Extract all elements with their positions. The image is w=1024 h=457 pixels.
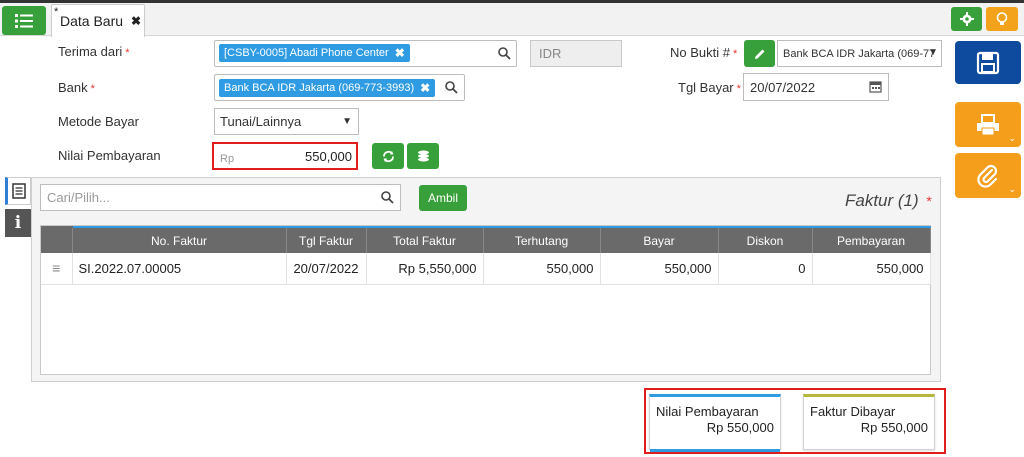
database-stack-icon: [417, 150, 429, 162]
summary-nilai-pembayaran-value: Rp 550,000: [706, 420, 774, 435]
metode-bayar-label: Metode Bayar: [58, 114, 139, 129]
list-menu-icon: [15, 13, 33, 28]
pencil-icon: [754, 49, 764, 59]
cell-tgl-faktur: 20/07/2022: [286, 253, 367, 285]
settings-button[interactable]: [951, 7, 982, 31]
cell-total-faktur: Rp 5,550,000: [366, 253, 484, 285]
currency-field: IDR: [530, 40, 622, 67]
drag-handle-icon[interactable]: ≡: [41, 253, 73, 285]
bank-value: Bank BCA IDR Jakarta (069-773-3993): [224, 82, 415, 94]
tab-info[interactable]: i: [5, 209, 31, 237]
chevron-down-icon: ▼: [928, 47, 938, 58]
refresh-icon: [382, 150, 394, 162]
tgl-bayar-value: 20/07/2022: [750, 79, 816, 95]
col-header-terhutang[interactable]: Terhutang: [483, 226, 601, 253]
cell-diskon[interactable]: 0: [718, 253, 813, 285]
chevron-down-icon: ⌄: [1008, 133, 1016, 143]
cell-no-faktur[interactable]: SI.2022.07.00005: [72, 253, 287, 285]
info-icon: i: [14, 213, 22, 233]
bank-label: Bank *: [58, 80, 95, 95]
remove-chip-icon[interactable]: ✖: [395, 46, 405, 60]
lightbulb-icon: [996, 11, 1008, 25]
nilai-pembayaran-value: 550,000: [305, 148, 352, 164]
col-header-diskon[interactable]: Diskon: [718, 226, 813, 253]
terima-dari-chip: [CSBY-0005] Abadi Phone Center ✖: [219, 44, 410, 62]
table-header-row: No. Faktur Tgl Faktur Total Faktur Terhu…: [41, 226, 931, 253]
floppy-disk-icon: [976, 51, 1000, 74]
tab-data-baru[interactable]: * Data Baru ✖: [51, 4, 145, 37]
cell-bayar[interactable]: 550,000: [600, 253, 719, 285]
faktur-search-input[interactable]: Cari/Pilih...: [40, 184, 401, 211]
edit-no-bukti-button[interactable]: [744, 40, 775, 67]
bank-chip: Bank BCA IDR Jakarta (069-773-3993) ✖: [219, 79, 436, 97]
currency-prefix: Rp: [220, 152, 235, 165]
save-button[interactable]: [955, 41, 1021, 84]
ambil-button[interactable]: Ambil: [419, 185, 467, 211]
cell-pembayaran: 550,000: [812, 253, 931, 285]
terima-dari-value: [CSBY-0005] Abadi Phone Center: [224, 47, 389, 59]
col-header-total-faktur[interactable]: Total Faktur: [366, 226, 484, 253]
col-header-pembayaran[interactable]: Pembayaran: [812, 226, 931, 253]
chevron-down-icon: ▼: [342, 116, 352, 127]
paperclip-icon: [977, 164, 998, 188]
modified-mark: *: [54, 6, 59, 18]
no-bukti-label: No Bukti # *: [670, 45, 738, 60]
nilai-pembayaran-label: Nilai Pembayaran: [58, 148, 161, 163]
col-header-tgl-faktur[interactable]: Tgl Faktur: [286, 226, 367, 253]
metode-bayar-value: Tunai/Lainnya: [220, 114, 302, 129]
no-bukti-value: Bank BCA IDR Jakarta (069-77: [783, 47, 936, 60]
print-button[interactable]: ⌄: [955, 102, 1021, 147]
menu-button[interactable]: [2, 6, 46, 35]
nilai-pembayaran-field[interactable]: Rp 550,000: [212, 142, 358, 170]
database-button[interactable]: [407, 143, 439, 169]
summary-faktur-dibayar-value: Rp 550,000: [860, 420, 928, 435]
summary-nilai-pembayaran: Nilai Pembayaran Rp 550,000: [649, 394, 781, 452]
remove-chip-icon[interactable]: ✖: [420, 81, 430, 95]
col-header-no-faktur[interactable]: No. Faktur: [72, 226, 287, 253]
refresh-button[interactable]: [372, 143, 404, 169]
top-bar: [0, 0, 1024, 36]
table-row[interactable]: ≡ SI.2022.07.00005 20/07/2022 Rp 5,550,0…: [41, 253, 931, 285]
search-icon[interactable]: [381, 191, 394, 204]
gear-icon: [959, 12, 974, 26]
metode-bayar-select[interactable]: Tunai/Lainnya ▼: [214, 108, 359, 135]
faktur-table: No. Faktur Tgl Faktur Total Faktur Terhu…: [40, 225, 931, 375]
printer-icon: [977, 113, 999, 135]
tab-faktur-list[interactable]: [5, 177, 31, 205]
summary-nilai-pembayaran-label: Nilai Pembayaran: [656, 404, 759, 419]
search-placeholder: Cari/Pilih...: [47, 190, 110, 205]
summary-faktur-dibayar-label: Faktur Dibayar: [810, 404, 896, 419]
col-header-grip: [41, 226, 73, 253]
faktur-title: Faktur (1) *: [845, 191, 932, 210]
attachment-button[interactable]: ⌄: [955, 153, 1021, 198]
search-icon[interactable]: [445, 81, 458, 94]
close-icon[interactable]: ✖: [131, 14, 141, 28]
summary-faktur-dibayar: Faktur Dibayar Rp 550,000: [803, 394, 935, 450]
tab-label: Data Baru: [60, 13, 124, 29]
no-bukti-select[interactable]: Bank BCA IDR Jakarta (069-77 ▼: [777, 40, 942, 67]
calendar-icon[interactable]: [869, 80, 882, 93]
col-header-bayar[interactable]: Bayar: [600, 226, 719, 253]
top-strip: [0, 0, 1024, 3]
tgl-bayar-label: Tgl Bayar *: [678, 80, 741, 95]
cell-terhutang: 550,000: [483, 253, 601, 285]
terima-dari-label: Terima dari *: [58, 44, 130, 59]
tips-button[interactable]: [986, 7, 1018, 31]
search-icon[interactable]: [498, 47, 511, 60]
tgl-bayar-field[interactable]: 20/07/2022: [743, 73, 889, 101]
document-list-icon: [12, 183, 26, 199]
chevron-down-icon: ⌄: [1008, 184, 1016, 194]
